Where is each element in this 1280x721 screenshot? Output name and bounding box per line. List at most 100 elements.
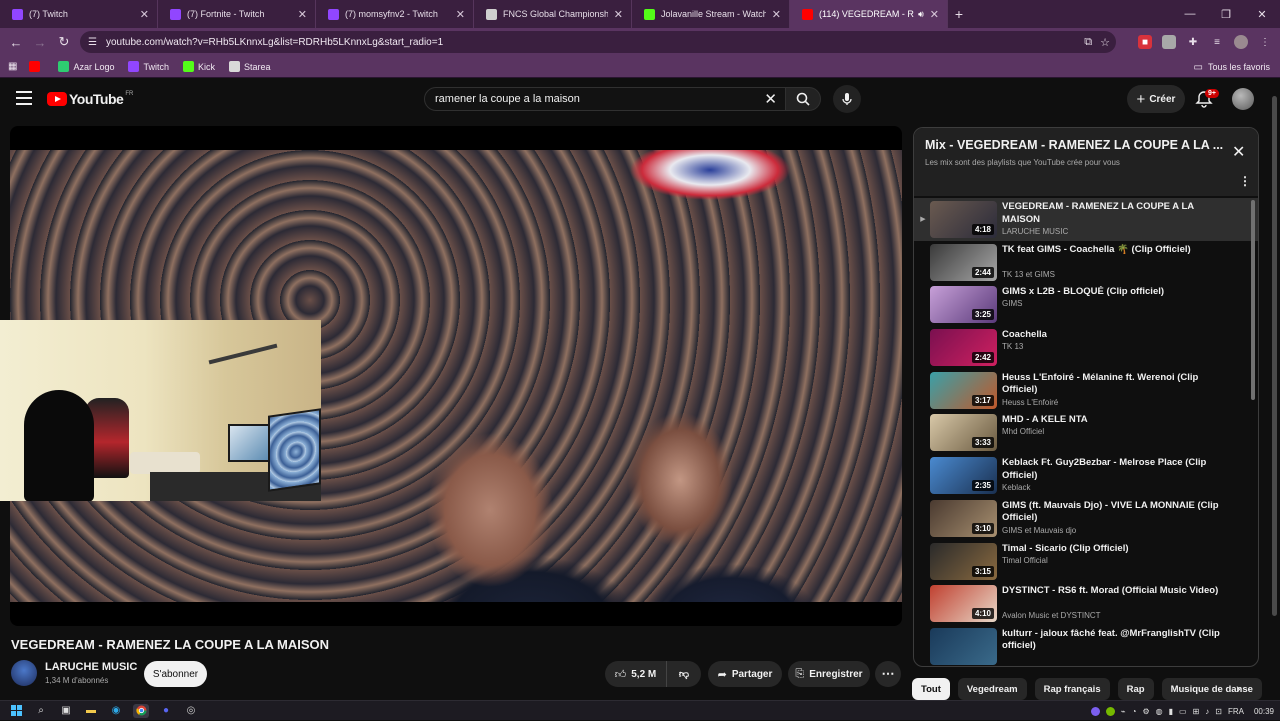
minimize-icon[interactable]: — — [1172, 0, 1208, 28]
close-tab-icon[interactable]: ✕ — [772, 8, 781, 21]
account-avatar[interactable] — [1232, 88, 1254, 110]
reload-icon[interactable]: ↻ — [52, 30, 76, 54]
speaker-icon[interactable]: 🔊︎ — [918, 9, 924, 20]
playlist-thumbnail[interactable]: 2:44 — [930, 243, 997, 281]
forward-icon[interactable]: → — [28, 30, 52, 54]
tray-network-icon[interactable]: ⊞ — [1193, 707, 1200, 716]
search-input[interactable]: ramener la coupe a la maison ✕ — [424, 87, 786, 111]
voice-search-button[interactable] — [833, 85, 861, 113]
address-bar[interactable]: ☰ youtube.com/watch?v=RHb5LKnnxLg&list=R… — [80, 31, 1116, 53]
bookmark-item[interactable]: Kick — [183, 61, 215, 72]
playlist-item[interactable]: 3:17 Heuss L'Enfoiré - Mélanine ft. Weren… — [914, 369, 1258, 412]
tray-mic-icon[interactable]: ▮ — [1169, 707, 1173, 716]
page-scrollbar[interactable] — [1272, 96, 1277, 616]
new-tab-button[interactable]: + — [948, 6, 970, 22]
apps-grid-icon[interactable]: ▦ — [8, 61, 17, 72]
windows-start-icon[interactable] — [8, 704, 24, 718]
tray-app-icon[interactable] — [1090, 706, 1100, 716]
playlist-item[interactable]: 3:25 GIMS x L2B - BLOQUÉ (Clip officiel) G… — [914, 283, 1258, 326]
browser-tab[interactable]: (7) Twitch ✕ — [0, 0, 158, 28]
playlist-thumbnail[interactable]: 2:35 — [930, 457, 997, 495]
profile-avatar-icon[interactable] — [1234, 35, 1248, 49]
playlist-thumbnail[interactable]: 4:10 — [930, 585, 997, 623]
more-vert-icon[interactable]: ⋮ — [1239, 174, 1251, 188]
browser-menu-icon[interactable]: ⋮ — [1258, 35, 1272, 49]
playlist-item[interactable]: 2:35 Keblack Ft. Guy2Bezbar - Melrose Pla… — [914, 454, 1258, 497]
chip-filter[interactable]: Musique de danse — [1161, 678, 1262, 700]
clear-search-icon[interactable]: ✕ — [764, 90, 777, 108]
playlist-item[interactable]: 2:44 TK feat GIMS - Coachella 🌴 (Clip Off… — [914, 241, 1258, 284]
dislike-button[interactable]: 👎︎ — [667, 661, 701, 687]
playlist-item[interactable]: 4:10 DYSTINCT - RS6 ft. Morad (Official M… — [914, 582, 1258, 625]
playlist-thumbnail[interactable] — [930, 627, 997, 665]
playlist-item[interactable]: 3:33 MHD - A KELE NTA Mhd Officiel — [914, 411, 1258, 454]
tray-speaker-icon[interactable]: ♪ — [1205, 707, 1209, 716]
chip-filter[interactable]: Rap — [1117, 678, 1154, 700]
close-tab-icon[interactable]: ✕ — [614, 8, 623, 21]
browser-tab[interactable]: (7) Fortnite - Twitch ✕ — [158, 0, 316, 28]
close-tab-icon[interactable]: ✕ — [456, 8, 465, 21]
close-window-icon[interactable]: ✕ — [1244, 0, 1280, 28]
puzzle-icon[interactable]: ✚ — [1186, 35, 1200, 49]
share-button[interactable]: ➦ Partager — [708, 661, 782, 687]
mix-title[interactable]: Mix - VEGEDREAM - RAMENEZ LA COUPE A LA … — [925, 138, 1225, 152]
tray-usb-icon[interactable]: ⌁ — [1121, 707, 1126, 716]
close-tab-icon[interactable]: ✕ — [930, 8, 939, 21]
extension-red-icon[interactable]: ■ — [1138, 35, 1152, 49]
playlist-item[interactable]: 2:42 Coachella TK 13 — [914, 326, 1258, 369]
search-button[interactable] — [785, 87, 821, 111]
discord-icon[interactable]: ● — [158, 704, 174, 718]
taskbar-search-icon[interactable]: ⌕ — [33, 704, 49, 718]
chrome-icon[interactable] — [133, 703, 149, 718]
bookmark-item[interactable]: Azar Logo — [58, 61, 114, 72]
save-button[interactable]: ⎘ Enregistrer — [788, 661, 870, 687]
tray-battery-icon[interactable]: ▭ — [1179, 707, 1187, 716]
chip-all[interactable]: Tout — [912, 678, 950, 700]
all-bookmarks-button[interactable]: ▭ Tous les favoris — [1194, 56, 1270, 78]
back-icon[interactable]: ← — [4, 30, 28, 54]
browser-tab[interactable]: (7) momsyfnv2 - Twitch ✕ — [316, 0, 474, 28]
app-icon[interactable]: ◎ — [183, 704, 199, 718]
playlist-item[interactable]: 3:10 GIMS (ft. Mauvais Djo) - VIVE LA MON… — [914, 497, 1258, 540]
close-icon[interactable]: ✕ — [1232, 142, 1245, 162]
playlist-item[interactable]: kulturr - jaloux fâché feat. @MrFranglis… — [914, 625, 1258, 666]
bookmark-item[interactable]: Starea — [229, 61, 271, 72]
tray-shield-icon[interactable]: ◔ — [1132, 707, 1137, 716]
channel-name[interactable]: LARUCHE MUSIC — [45, 661, 137, 673]
language-indicator[interactable]: FRA — [1228, 707, 1244, 716]
file-explorer-icon[interactable]: ▬ — [83, 704, 99, 718]
youtube-logo[interactable]: YouTube FR — [47, 91, 133, 107]
media-queue-icon[interactable]: ≡ — [1210, 35, 1224, 49]
browser-tab[interactable]: Jolavanille Stream - Watch Live ✕ — [632, 0, 790, 28]
cast-icon[interactable]: ⧉ — [1084, 36, 1092, 49]
channel-avatar[interactable] — [11, 660, 37, 686]
chevron-right-icon[interactable]: › — [1236, 680, 1241, 696]
tray-nvidia-icon[interactable] — [1105, 706, 1115, 716]
close-tab-icon[interactable]: ✕ — [298, 8, 307, 21]
subscribe-button[interactable]: S'abonner — [144, 661, 207, 687]
bookmark-item[interactable] — [29, 61, 44, 72]
playlist-thumbnail[interactable]: 4:18 — [930, 201, 997, 238]
playlist-item[interactable]: ▶ 4:18 VEGEDREAM - RAMENEZ LA COUPE A LA M… — [914, 198, 1258, 241]
extension-gray-icon[interactable] — [1162, 35, 1176, 49]
playlist-thumbnail[interactable]: 3:15 — [930, 542, 997, 580]
playlist-thumbnail[interactable]: 2:42 — [930, 329, 997, 367]
bookmark-item[interactable]: Twitch — [128, 61, 169, 72]
playlist-thumbnail[interactable]: 3:10 — [930, 499, 997, 537]
close-tab-icon[interactable]: ✕ — [140, 8, 149, 21]
playlist-thumbnail[interactable]: 3:33 — [930, 414, 997, 452]
like-button[interactable]: 👍︎ 5,2 M — [605, 661, 667, 687]
task-view-icon[interactable]: ▣ — [58, 704, 74, 718]
chip-filter[interactable]: Rap français — [1034, 678, 1110, 700]
edge-icon[interactable]: ◉ — [108, 704, 124, 718]
playlist-thumbnail[interactable]: 3:25 — [930, 286, 997, 324]
more-actions-button[interactable]: ⋯ — [875, 661, 901, 687]
restore-icon[interactable]: ❐ — [1208, 0, 1244, 28]
clock[interactable]: 00:39 — [1254, 707, 1274, 716]
tray-globe-icon[interactable]: ◍ — [1156, 707, 1163, 716]
chip-filter[interactable]: Vegedream — [957, 678, 1027, 700]
site-info-icon[interactable]: ☰ — [88, 37, 100, 48]
create-button[interactable]: + Créer — [1127, 85, 1185, 113]
tray-extra-icon[interactable]: ⊡ — [1215, 707, 1222, 716]
tray-settings-icon[interactable]: ⚙ — [1142, 707, 1149, 716]
